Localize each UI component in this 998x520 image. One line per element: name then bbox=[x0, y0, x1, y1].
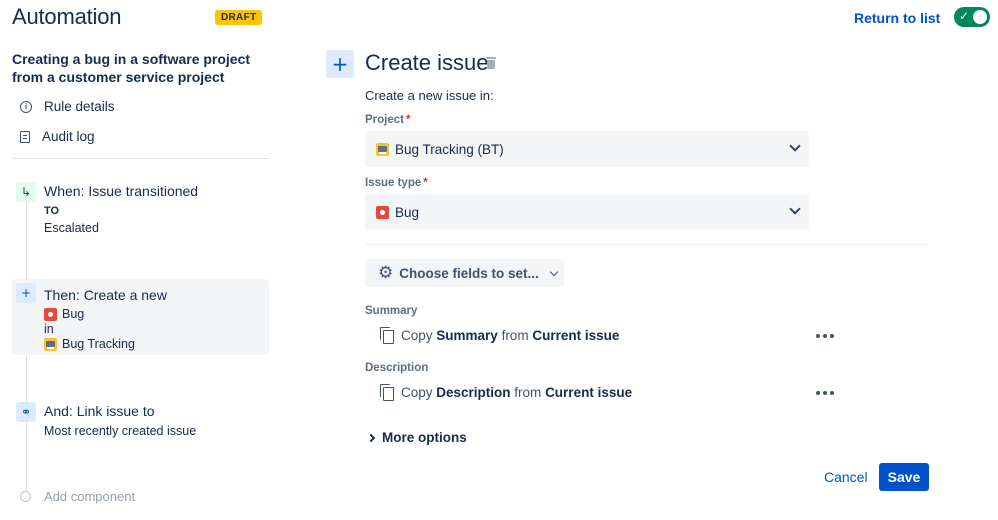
checkmark-icon: ✓ bbox=[959, 9, 970, 23]
choose-fields-label: Choose fields to set... bbox=[399, 265, 539, 281]
copy-icon bbox=[380, 384, 394, 401]
action-component[interactable]: + Then: Create a new Bug in Bug Tracking bbox=[12, 279, 269, 355]
link-component[interactable]: ⚭ And: Link issue to Most recently creat… bbox=[12, 400, 269, 444]
gear-icon: ⚙ bbox=[378, 262, 394, 283]
project-avatar-icon bbox=[44, 337, 57, 351]
description-copy-row[interactable]: Copy Description from Current issue bbox=[380, 384, 633, 401]
project-select[interactable]: Bug Tracking (BT) bbox=[365, 131, 809, 167]
link-icon: ⚭ bbox=[16, 402, 36, 422]
add-component-button[interactable]: Add component bbox=[20, 489, 135, 504]
transition-icon: ↳ bbox=[16, 182, 36, 202]
component-title: Then: Create a new bbox=[44, 287, 167, 303]
info-icon: i bbox=[20, 100, 32, 113]
chevron-right-icon bbox=[366, 433, 376, 442]
project-select-value: Bug Tracking (BT) bbox=[395, 141, 504, 157]
summary-copy-text: Copy Summary from Current issue bbox=[401, 327, 620, 343]
toggle-knob bbox=[973, 10, 987, 24]
component-line: TO bbox=[44, 205, 60, 217]
cancel-button[interactable]: Cancel bbox=[816, 463, 876, 491]
issue-type-select[interactable]: Bug bbox=[365, 194, 809, 230]
project-label: Bug Tracking bbox=[62, 337, 135, 351]
issue-type-field-label: Issue type * bbox=[365, 177, 428, 189]
chevron-down-icon bbox=[549, 267, 559, 276]
bug-icon bbox=[376, 205, 389, 219]
summary-copy-row[interactable]: Copy Summary from Current issue bbox=[380, 327, 620, 344]
description-more-actions-icon[interactable] bbox=[816, 386, 834, 400]
summary-field-label: Summary bbox=[365, 305, 418, 317]
trash-icon[interactable] bbox=[486, 57, 496, 69]
section-divider bbox=[365, 244, 929, 245]
bug-icon bbox=[44, 307, 57, 321]
sidebar-item-label: Audit log bbox=[42, 129, 95, 144]
issue-type-label: Bug bbox=[62, 307, 85, 321]
description-copy-text: Copy Description from Current issue bbox=[401, 384, 633, 400]
component-line: Most recently created issue bbox=[44, 424, 197, 438]
choose-fields-button[interactable]: ⚙ Choose fields to set... bbox=[365, 259, 564, 287]
add-dot-icon bbox=[20, 491, 31, 502]
sidebar-item-label: Rule details bbox=[44, 99, 115, 114]
more-options-label: More options bbox=[382, 430, 467, 445]
component-line: Bug bbox=[44, 307, 84, 321]
sidebar-item-audit-log[interactable]: Audit log bbox=[20, 129, 95, 144]
subtitle: Create a new issue in: bbox=[365, 88, 494, 103]
plus-icon: + bbox=[16, 283, 36, 303]
summary-more-actions-icon[interactable] bbox=[816, 329, 834, 343]
draft-badge: DRAFT bbox=[215, 10, 263, 25]
more-options-toggle[interactable]: More options bbox=[366, 430, 467, 445]
page-title: Create issue bbox=[365, 50, 489, 75]
description-field-label: Description bbox=[365, 362, 429, 374]
component-line: Bug Tracking bbox=[44, 337, 135, 351]
rule-enabled-toggle[interactable]: ✓ bbox=[954, 7, 990, 27]
chevron-down-icon bbox=[789, 140, 801, 152]
sidebar-divider bbox=[12, 158, 269, 159]
component-title: When: Issue transitioned bbox=[44, 183, 199, 199]
component-line: Escalated bbox=[44, 221, 99, 235]
plus-icon: + bbox=[326, 50, 354, 78]
copy-icon bbox=[380, 327, 394, 344]
add-component-label: Add component bbox=[44, 489, 136, 504]
component-line: in bbox=[44, 322, 54, 336]
save-button[interactable]: Save bbox=[879, 463, 929, 491]
document-icon bbox=[20, 130, 30, 143]
app-title: Automation bbox=[12, 4, 122, 29]
return-to-list-link[interactable]: Return to list bbox=[854, 10, 940, 26]
issue-type-select-value: Bug bbox=[395, 204, 420, 220]
component-title: And: Link issue to bbox=[44, 403, 155, 419]
trigger-component[interactable]: ↳ When: Issue transitioned TO Escalated bbox=[12, 180, 269, 240]
sidebar-item-rule-details[interactable]: i Rule details bbox=[20, 99, 115, 114]
chevron-down-icon bbox=[789, 203, 801, 215]
rule-title: Creating a bug in a software project fro… bbox=[12, 51, 251, 85]
project-field-label: Project * bbox=[365, 114, 411, 126]
project-avatar-icon bbox=[376, 142, 389, 156]
